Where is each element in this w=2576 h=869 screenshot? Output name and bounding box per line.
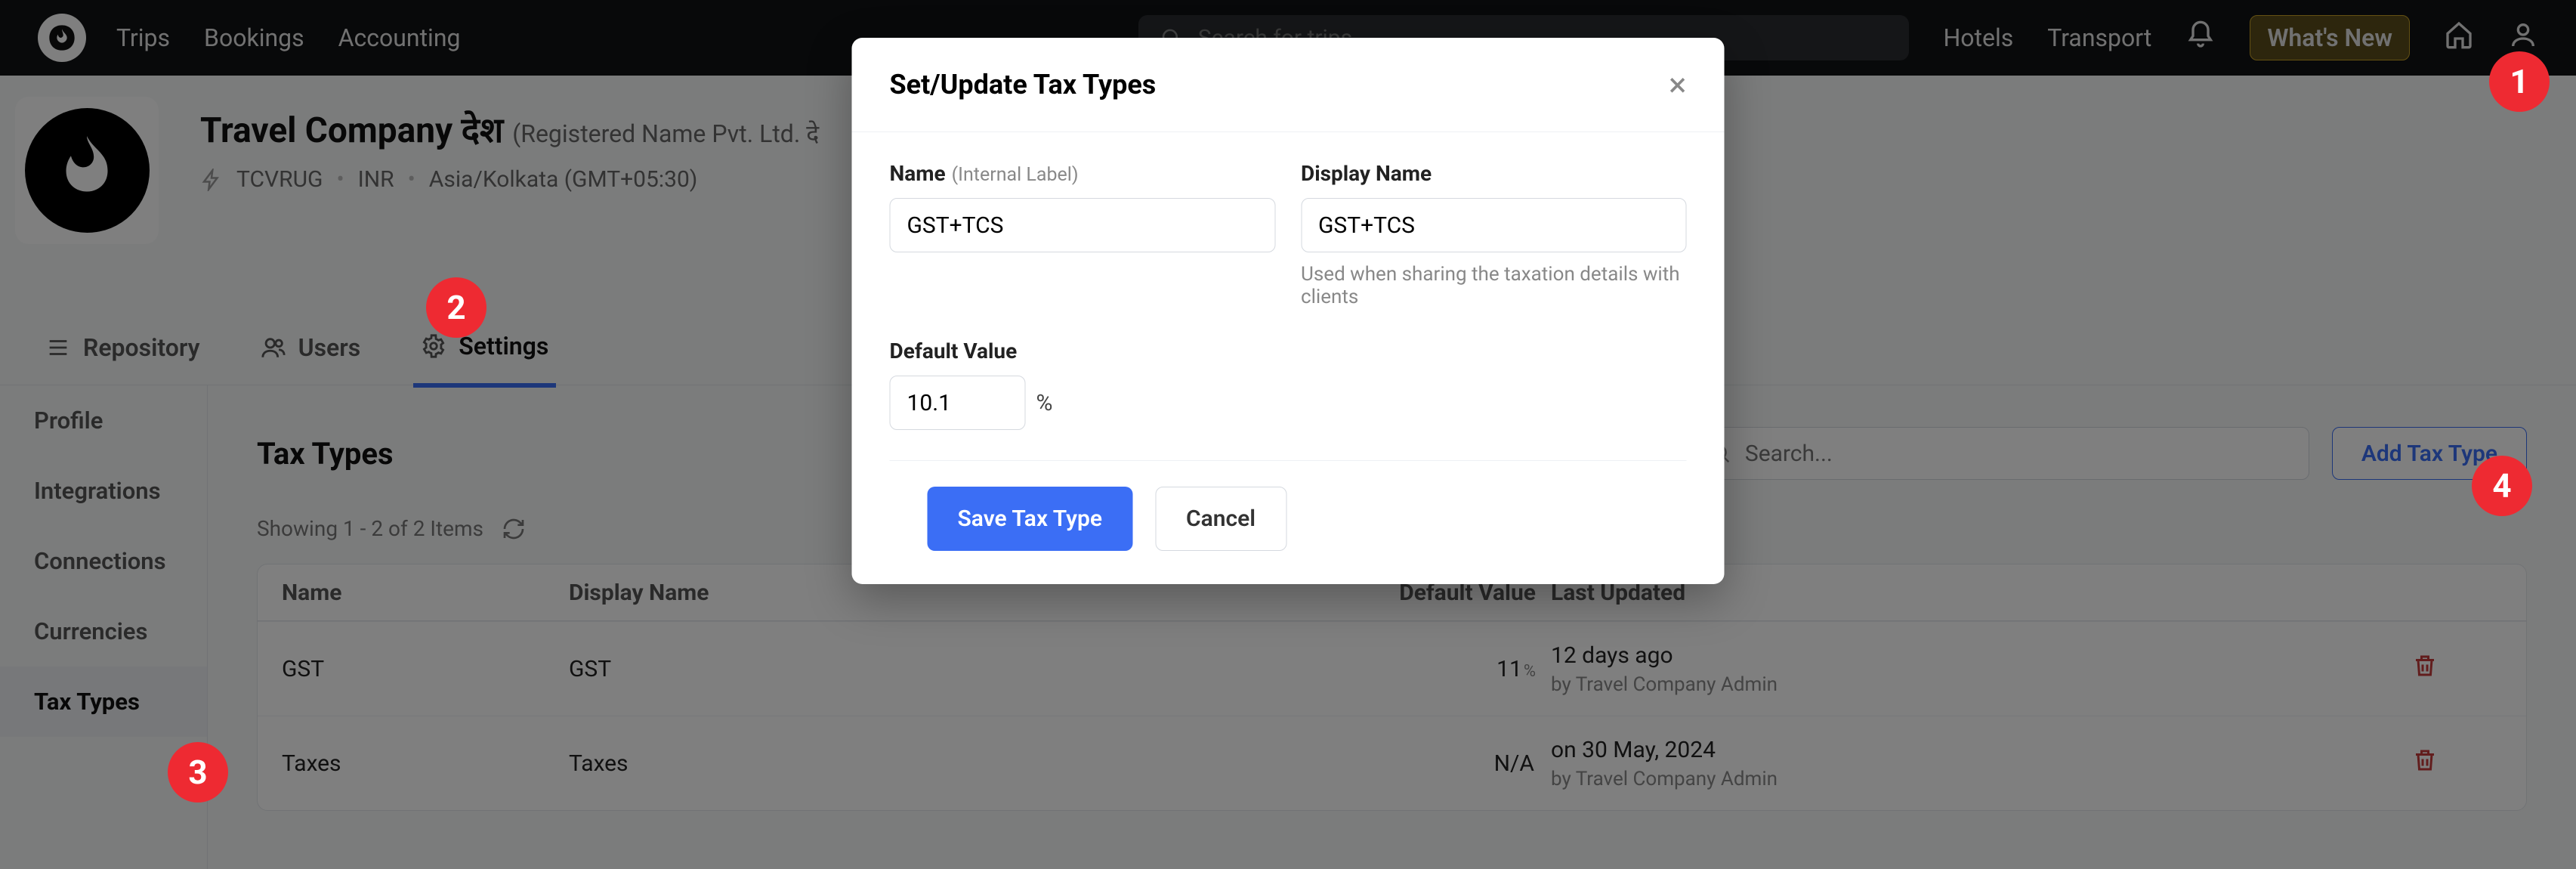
modal-title: Set/Update Tax Types <box>890 69 1157 101</box>
callout-badge-4: 4 <box>2472 456 2532 516</box>
close-icon[interactable]: × <box>1669 68 1686 101</box>
cancel-button[interactable]: Cancel <box>1155 487 1286 551</box>
save-button[interactable]: Save Tax Type <box>928 487 1133 551</box>
display-name-label: Display Name <box>1301 161 1687 186</box>
tax-type-modal: Set/Update Tax Types × Name(Internal Lab… <box>852 38 1725 584</box>
default-value-input[interactable] <box>890 376 1026 430</box>
callout-badge-1: 1 <box>2489 51 2550 112</box>
callout-badge-3: 3 <box>168 742 228 803</box>
display-name-hint: Used when sharing the taxation details w… <box>1301 263 1687 308</box>
callout-badge-2: 2 <box>426 277 486 338</box>
default-value-label: Default Value <box>890 339 1687 363</box>
name-input[interactable] <box>890 198 1276 252</box>
name-label: Name(Internal Label) <box>890 161 1276 186</box>
display-name-input[interactable] <box>1301 198 1687 252</box>
percent-symbol: % <box>1036 390 1053 416</box>
